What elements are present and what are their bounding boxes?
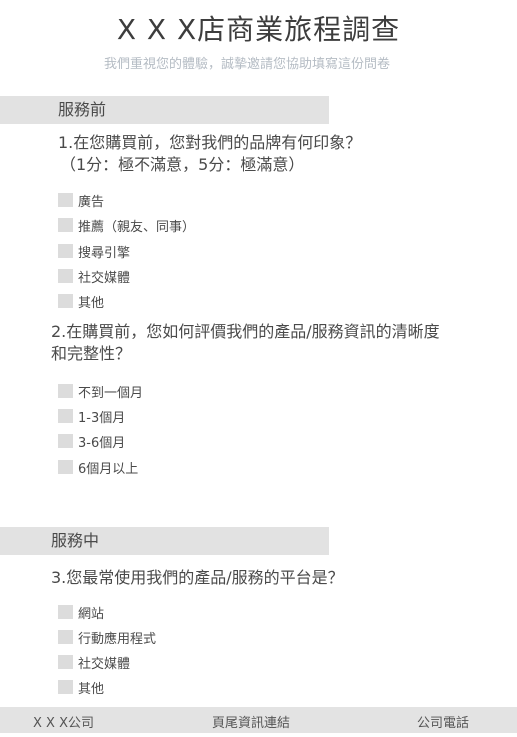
footer-info-link[interactable]: 頁尾資訊連結: [212, 712, 290, 731]
question-2-text-line1: 2.在購買前，您如何評價我們的產品/服務資訊的清晰度: [51, 322, 440, 341]
checkbox[interactable]: [58, 680, 73, 694]
survey-title: X X X店商業旅程調查: [116, 13, 401, 46]
option-ads[interactable]: 廣告: [58, 191, 105, 210]
checkbox[interactable]: [58, 269, 73, 283]
checkbox[interactable]: [58, 434, 73, 448]
option-website[interactable]: 網站: [58, 603, 105, 622]
checkbox[interactable]: [58, 605, 73, 619]
checkbox[interactable]: [58, 630, 73, 644]
option-label: 不到一個月: [78, 385, 144, 401]
question-1-text: 1.在您購買前，您對我們的品牌有何印象？: [58, 133, 362, 152]
option-label: 行動應用程式: [78, 631, 157, 647]
option-label: 其他: [78, 295, 105, 311]
checkbox[interactable]: [58, 244, 73, 258]
option-label: 其他: [78, 681, 105, 697]
checkbox[interactable]: [58, 460, 73, 474]
question-3: 3.您最常使用我們的產品/服務的平台是？: [51, 567, 344, 589]
option-other[interactable]: 其他: [58, 292, 105, 311]
option-1-3-months[interactable]: 1-3個月: [58, 407, 126, 426]
footer-company-phone[interactable]: 公司電話: [417, 712, 469, 731]
option-other[interactable]: 其他: [58, 678, 105, 697]
option-label: 推薦（親友、同事）: [78, 219, 196, 235]
checkbox[interactable]: [58, 193, 73, 207]
question-1-scale-note: （1分：極不滿意，5分：極滿意）: [60, 155, 305, 174]
checkbox[interactable]: [58, 218, 73, 232]
survey-subtitle: 我們重視您的體驗，誠摯邀請您協助填寫這份問卷: [103, 57, 390, 72]
question-1: 1.在您購買前，您對我們的品牌有何印象？ （1分：極不滿意，5分：極滿意）: [58, 132, 361, 176]
footer-company-name: X X X公司: [33, 716, 94, 731]
checkbox[interactable]: [58, 409, 73, 423]
checkbox[interactable]: [58, 384, 73, 398]
option-label: 網站: [78, 606, 105, 622]
section-header-during-service: 服務中: [0, 527, 329, 555]
checkbox[interactable]: [58, 655, 73, 669]
checkbox[interactable]: [58, 294, 73, 308]
option-social-media[interactable]: 社交媒體: [58, 653, 131, 672]
footer: X X X公司 頁尾資訊連結 公司電話: [0, 707, 517, 733]
option-social-media[interactable]: 社交媒體: [58, 267, 131, 286]
option-label: 1-3個月: [78, 410, 126, 426]
question-2: 2.在購買前，您如何評價我們的產品/服務資訊的清晰度 和完整性？: [51, 321, 440, 365]
question-2-text-line2: 和完整性？: [51, 344, 132, 363]
option-label: 6個月以上: [78, 461, 139, 477]
option-label: 3-6個月: [78, 435, 126, 451]
option-3-6-months[interactable]: 3-6個月: [58, 432, 126, 451]
option-search-engine[interactable]: 搜尋引擎: [58, 242, 131, 261]
option-mobile-app[interactable]: 行動應用程式: [58, 628, 157, 647]
option-under-one-month[interactable]: 不到一個月: [58, 382, 144, 401]
option-referral[interactable]: 推薦（親友、同事）: [58, 216, 196, 235]
question-3-text: 3.您最常使用我們的產品/服務的平台是？: [51, 568, 344, 587]
section-header-before-service: 服務前: [0, 96, 329, 124]
option-label: 社交媒體: [78, 656, 131, 672]
option-label: 搜尋引擎: [78, 245, 131, 261]
option-over-6-months[interactable]: 6個月以上: [58, 458, 139, 477]
option-label: 社交媒體: [78, 270, 131, 286]
option-label: 廣告: [78, 194, 105, 210]
